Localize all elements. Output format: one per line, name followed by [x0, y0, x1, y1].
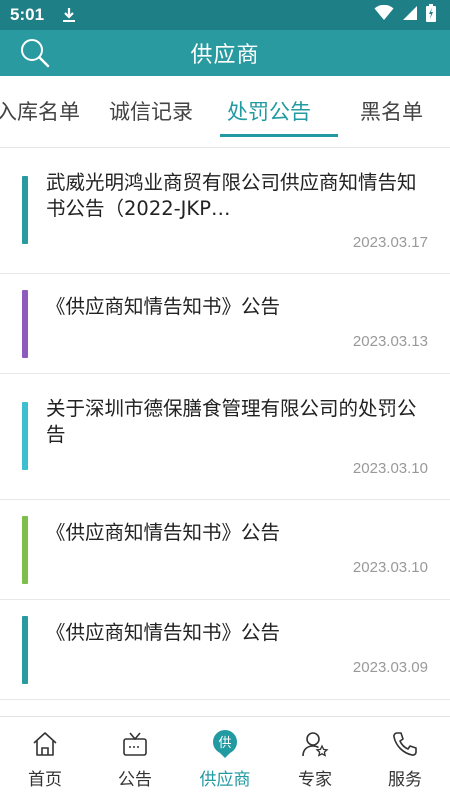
item-title: 关于深圳市德保膳食管理有限公司的处罚公告	[46, 397, 417, 446]
item-date: 2023.03.17	[352, 234, 428, 251]
home-icon	[30, 729, 60, 759]
nav-announcements[interactable]: 公告	[90, 717, 180, 800]
nav-supplier[interactable]: 供 供应商	[180, 717, 270, 800]
item-title: 武威光明鸿业商贸有限公司供应商知情告知书公告（2022-JKP…	[46, 171, 417, 220]
bottom-nav: 首页 公告 供 供应商 专家 服务	[0, 716, 450, 800]
supplier-icon: 供	[210, 729, 240, 759]
supplier-icon-text: 供	[218, 736, 231, 751]
search-icon	[21, 39, 50, 68]
item-title: 《供应商知情告知书》公告	[46, 621, 281, 644]
phone-icon	[390, 729, 420, 759]
item-accent-bar	[22, 516, 28, 584]
signal-icon	[402, 5, 418, 25]
nav-label: 专家	[298, 770, 332, 790]
tab-inbound-list[interactable]: 入库名单	[0, 96, 80, 126]
list-item[interactable]: 关于深圳市德保膳食管理有限公司的处罚公告 2023.03.10	[0, 374, 450, 500]
item-accent-bar	[22, 290, 28, 358]
notice-list: 武威光明鸿业商贸有限公司供应商知情告知书公告（2022-JKP… 2023.03…	[0, 148, 450, 700]
search-button[interactable]	[18, 37, 52, 69]
nav-label: 服务	[388, 770, 422, 790]
page-title: 供应商	[190, 43, 260, 68]
item-date: 2023.03.13	[352, 333, 428, 350]
list-item[interactable]: 《供应商知情告知书》公告 2023.03.13	[0, 274, 450, 374]
nav-service[interactable]: 服务	[360, 717, 450, 800]
status-bar: 5:01	[0, 0, 450, 30]
wifi-icon	[374, 4, 394, 25]
status-time: 5:01	[10, 5, 45, 24]
download-icon	[62, 7, 76, 23]
item-title: 《供应商知情告知书》公告	[46, 521, 281, 544]
announcement-icon	[120, 729, 150, 759]
item-accent-bar	[22, 616, 28, 684]
item-title: 《供应商知情告知书》公告	[46, 295, 281, 318]
tab-credit-record[interactable]: 诚信记录	[109, 96, 193, 126]
battery-icon	[426, 4, 436, 26]
app-bar: 供应商	[0, 30, 450, 76]
item-accent-bar	[22, 402, 28, 470]
list-item[interactable]: 《供应商知情告知书》公告 2023.03.10	[0, 500, 450, 600]
nav-label: 供应商	[199, 770, 251, 790]
active-tab-indicator	[220, 134, 338, 137]
category-tabs: 入库名单 诚信记录 处罚公告 黑名单	[0, 76, 450, 148]
tab-penalty-notice[interactable]: 处罚公告	[227, 96, 311, 126]
item-date: 2023.03.10	[352, 559, 428, 576]
tab-blacklist[interactable]: 黑名单	[360, 96, 423, 126]
nav-home[interactable]: 首页	[0, 717, 90, 800]
nav-experts[interactable]: 专家	[270, 717, 360, 800]
list-item[interactable]: 武威光明鸿业商贸有限公司供应商知情告知书公告（2022-JKP… 2023.03…	[0, 148, 450, 274]
list-item[interactable]: 《供应商知情告知书》公告 2023.03.09	[0, 600, 450, 700]
nav-label: 首页	[28, 770, 62, 790]
item-date: 2023.03.10	[352, 460, 428, 477]
item-date: 2023.03.09	[352, 659, 428, 676]
item-accent-bar	[22, 176, 28, 244]
nav-label: 公告	[118, 770, 152, 790]
expert-icon	[300, 729, 330, 759]
